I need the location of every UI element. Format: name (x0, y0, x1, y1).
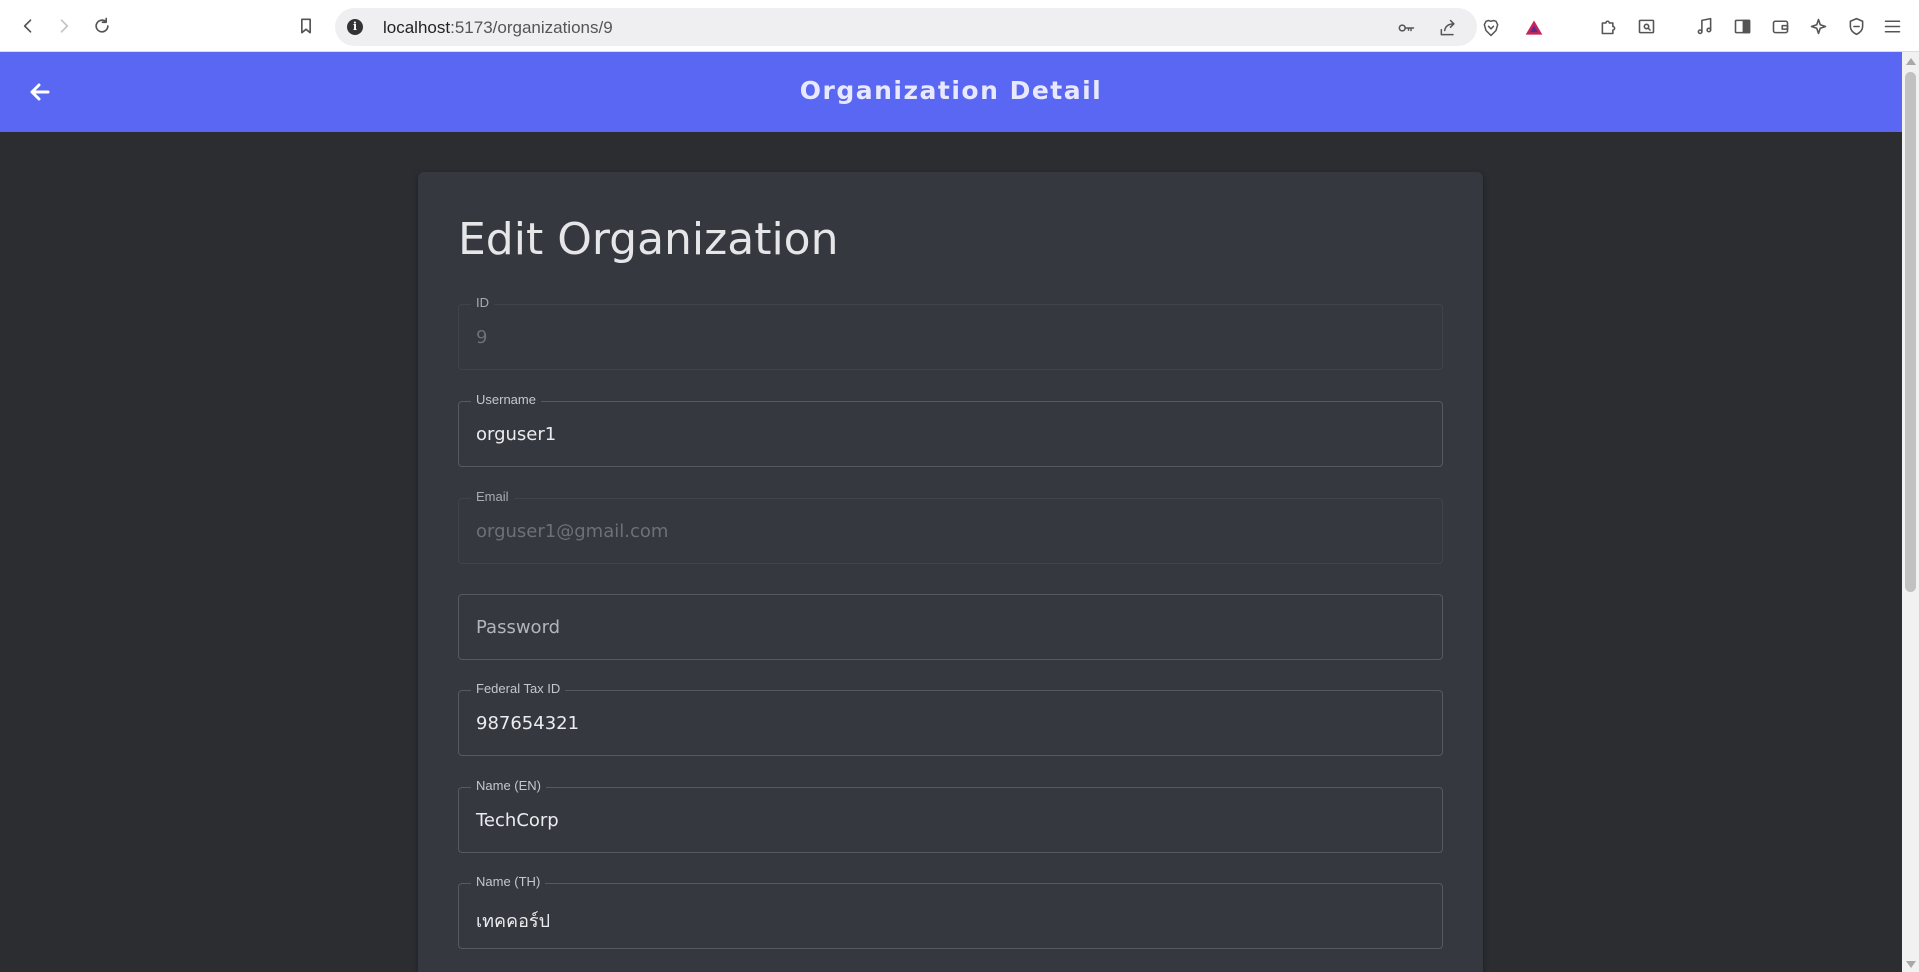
federal-tax-id-label: Federal Tax ID (471, 681, 566, 697)
name-th-label: Name (TH) (471, 874, 546, 890)
name-en-field[interactable]: Name (EN) TechCorp (458, 778, 1443, 853)
id-value: 9 (476, 327, 488, 348)
username-label: Username (471, 392, 541, 408)
menu-icon[interactable] (1880, 14, 1904, 38)
name-th-value[interactable]: เทคคอร์ป (476, 906, 550, 935)
name-en-value[interactable]: TechCorp (476, 810, 559, 831)
id-label: ID (471, 295, 494, 311)
forward-icon[interactable] (50, 12, 78, 40)
address-bar[interactable]: i localhost:5173/organizations/9 (335, 8, 1543, 46)
key-icon[interactable] (1395, 17, 1417, 39)
vpn-icon[interactable] (1844, 14, 1868, 38)
extensions-icon[interactable] (1596, 14, 1620, 38)
brave-rewards-icon[interactable] (1523, 17, 1545, 39)
email-value: orguser1@gmail.com (476, 521, 669, 542)
username-field[interactable]: Username orguser1 (458, 392, 1443, 467)
sidebar-icon[interactable] (1730, 14, 1754, 38)
edit-organization-card: Edit Organization ID 9 Username orguser1… (418, 172, 1483, 972)
federal-tax-id-field[interactable]: Federal Tax ID 987654321 (458, 681, 1443, 756)
username-value[interactable]: orguser1 (476, 424, 556, 445)
email-label: Email (471, 489, 514, 505)
scroll-up-arrow[interactable] (1906, 58, 1916, 65)
email-field: Email orguser1@gmail.com (458, 489, 1443, 564)
name-th-field[interactable]: Name (TH) เทคคอร์ป (458, 874, 1443, 949)
reader-mode-icon[interactable] (1634, 14, 1658, 38)
site-info-icon[interactable]: i (347, 19, 363, 35)
form-title: Edit Organization (458, 214, 839, 265)
password-field[interactable]: Password (458, 594, 1443, 660)
password-placeholder[interactable]: Password (476, 617, 560, 638)
bookmark-icon[interactable] (292, 12, 320, 40)
back-icon[interactable] (14, 12, 42, 40)
id-field: ID 9 (458, 295, 1443, 370)
name-en-label: Name (EN) (471, 778, 547, 794)
page-title: Organization Detail (799, 76, 1103, 105)
brave-shield-icon[interactable] (1480, 17, 1502, 39)
federal-tax-id-value[interactable]: 987654321 (476, 713, 579, 734)
share-icon[interactable] (1437, 17, 1459, 39)
wallet-icon[interactable] (1768, 14, 1792, 38)
app-header: Organization Detail (0, 52, 1902, 132)
media-icon[interactable] (1692, 14, 1716, 38)
scroll-down-arrow[interactable] (1906, 961, 1916, 968)
page-scrollbar[interactable] (1902, 52, 1919, 972)
browser-toolbar: i localhost:5173/organizations/9 (0, 0, 1919, 52)
reload-icon[interactable] (88, 12, 116, 40)
url-text[interactable]: localhost:5173/organizations/9 (383, 18, 613, 38)
scroll-thumb[interactable] (1905, 72, 1916, 592)
leo-ai-icon[interactable] (1806, 14, 1830, 38)
